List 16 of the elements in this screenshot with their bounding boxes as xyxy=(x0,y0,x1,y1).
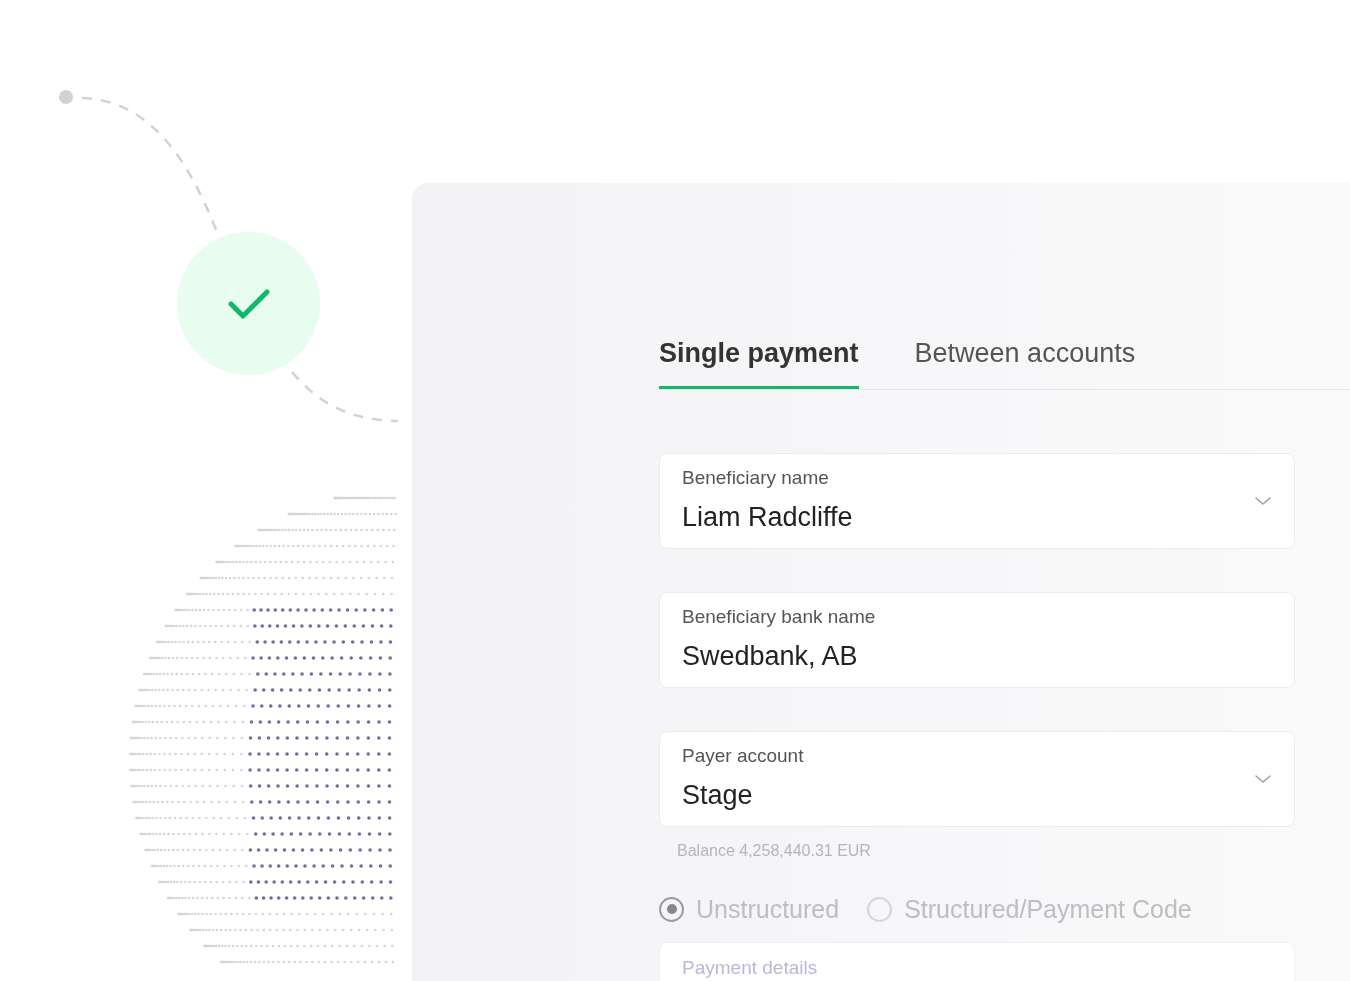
field-label: Beneficiary bank name xyxy=(682,605,876,629)
field-label: Beneficiary name xyxy=(682,466,830,490)
field-value: Swedbank, AB xyxy=(682,639,859,673)
chevron-down-icon xyxy=(1254,773,1272,784)
dropdown-field[interactable]: Beneficiary name Liam Radcliffe xyxy=(659,452,1295,549)
check-icon xyxy=(226,287,271,320)
input-field[interactable]: Beneficiary bank name Swedbank, AB xyxy=(659,591,1295,688)
field-value: Stage xyxy=(682,778,754,812)
payment-details-field[interactable]: Payment details xyxy=(659,942,1295,981)
tab[interactable]: Single payment xyxy=(659,333,859,389)
dropdown-field[interactable]: Payer account Stage xyxy=(659,730,1295,827)
field-value: Liam Radcliffe xyxy=(682,500,853,534)
field-label: Payer account xyxy=(682,744,804,768)
tab[interactable]: Between accounts xyxy=(914,333,1136,389)
balance-text: Balance 4,258,440.31 EUR xyxy=(677,840,872,861)
chevron-down-icon xyxy=(1254,495,1272,506)
